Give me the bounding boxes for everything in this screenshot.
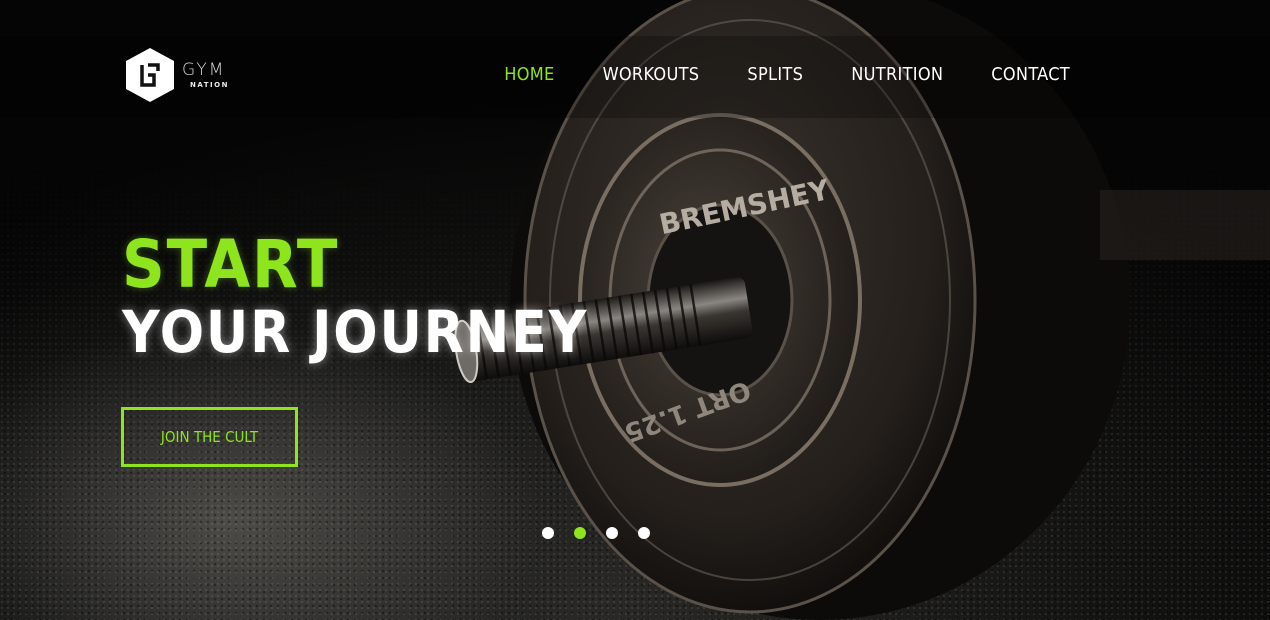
hero-title-start: START [122,226,340,303]
gym-nation-logo-icon [126,48,174,102]
nav-contact[interactable]: CONTACT [991,64,1070,85]
slider-dots [542,527,670,539]
hero-section: BREMSHEY ORT 1.25 GYM NATION HOME WORKOU… [0,0,1270,620]
brand-wordmark: GYM NATION [182,59,229,89]
nav-home[interactable]: HOME [504,64,554,85]
join-the-cult-button[interactable]: JOIN THE CULT [121,407,298,467]
main-nav: HOME WORKOUTS SPLITS NUTRITION CONTACT [456,64,1070,85]
slider-dot-3[interactable] [606,527,618,539]
hero-title-journey: YOUR JOURNEY [122,298,589,366]
brand-logo[interactable]: GYM NATION [124,47,229,103]
brand-name-top: GYM [182,59,226,80]
brand-name-bottom: NATION [190,80,229,89]
slider-dot-4[interactable] [638,527,650,539]
nav-splits[interactable]: SPLITS [747,64,803,85]
nav-nutrition[interactable]: NUTRITION [851,64,943,85]
slider-dot-1[interactable] [542,527,554,539]
nav-workouts[interactable]: WORKOUTS [603,64,700,85]
slider-dot-2[interactable] [574,527,586,539]
